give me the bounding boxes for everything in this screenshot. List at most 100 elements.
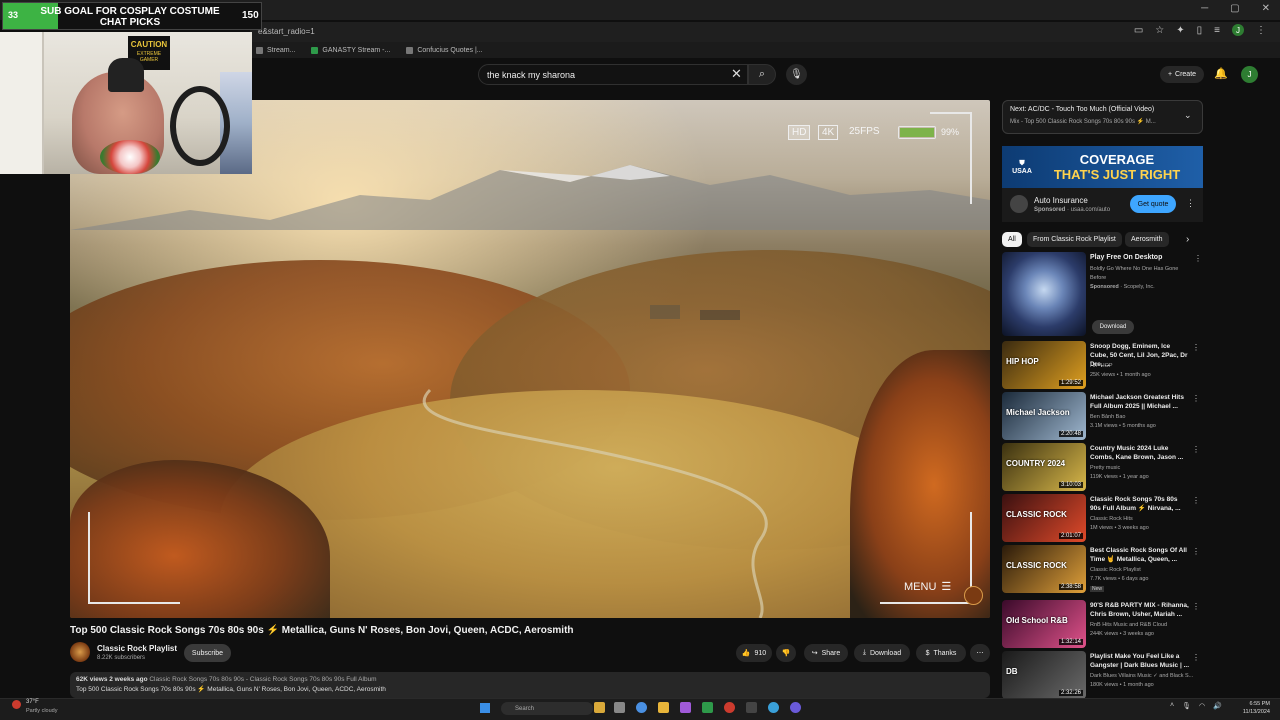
bookmark-item[interactable]: GANASTY Stream -... (311, 46, 390, 54)
bookmark-item[interactable]: Stream... (256, 46, 295, 54)
download-button[interactable]: ⤓ Download (854, 644, 910, 662)
chip-all[interactable]: All (1002, 232, 1022, 247)
taskbar-app-icon[interactable] (680, 702, 691, 713)
discord-icon[interactable] (790, 702, 801, 713)
recommendation-item[interactable]: DB 2:32:26 Playlist Make You Feel Like a G… (1002, 651, 1203, 699)
more-icon[interactable]: ⋮ (1192, 496, 1200, 505)
close-icon[interactable]: ✕ (1262, 3, 1270, 14)
recommendation-title[interactable]: Classic Rock Songs 70s 80s 90s Full Albu… (1090, 495, 1190, 513)
recommendation-channel[interactable]: HIP HOP (1090, 363, 1113, 369)
chrome-icon[interactable] (636, 702, 647, 713)
recommendation-item[interactable]: CLASSIC ROCK 2:01:07 Classic Rock Songs 70… (1002, 494, 1203, 542)
recommendation-title[interactable]: Playlist Make You Feel Like a Gangster |… (1090, 652, 1190, 670)
search-button[interactable]: ⌕ (748, 64, 776, 85)
recommendation-thumbnail[interactable]: CLASSIC ROCK 2:38:58 (1002, 545, 1086, 593)
volume-icon[interactable]: 🔊 (1213, 702, 1222, 710)
notifications-bell-icon[interactable]: 🔔 (1214, 67, 1228, 80)
weather-icon[interactable] (12, 700, 21, 709)
recommendation-thumbnail[interactable]: Michael Jackson 2:20:48 (1002, 392, 1086, 440)
description-box[interactable]: 62K views 2 weeks ago Classic Rock Songs… (70, 672, 990, 698)
recommendation-title[interactable]: Best Classic Rock Songs Of All Time 🤘 Me… (1090, 546, 1190, 564)
more-icon[interactable]: ⋮ (1186, 198, 1195, 209)
weather-temperature[interactable]: 37°F (26, 699, 39, 705)
taskbar-app-icon[interactable] (724, 702, 735, 713)
recommendation-thumbnail[interactable]: CLASSIC ROCK 2:01:07 (1002, 494, 1086, 542)
more-icon[interactable]: ⋮ (1192, 602, 1200, 611)
cast-icon[interactable]: ▭ (1134, 25, 1143, 36)
microphone-icon[interactable]: 🎙 (1182, 702, 1191, 710)
chevron-up-icon[interactable]: ˄ (1170, 702, 1174, 710)
profile-avatar[interactable]: J (1241, 66, 1258, 83)
recommendation-item[interactable]: CLASSIC ROCK 2:38:58 Best Classic Rock Son… (1002, 545, 1203, 593)
subscribe-button[interactable]: Subscribe (184, 644, 231, 662)
menu-icon[interactable]: ≡ (1214, 25, 1220, 36)
recommendation-channel[interactable]: Dark Blues Villains Music ✓ and Black S.… (1090, 673, 1193, 679)
recommendation-title[interactable]: Michael Jackson Greatest Hits Full Album… (1090, 393, 1190, 411)
recommendation-channel[interactable]: Pretty music (1090, 465, 1120, 471)
recommendation-channel[interactable]: Classic Rock Hits (1090, 516, 1133, 522)
recommendation-channel[interactable]: RnB Hits Music and R&B Cloud (1090, 622, 1167, 628)
browser-profile-avatar[interactable]: J (1232, 24, 1244, 36)
taskbar-app-icon[interactable] (614, 702, 625, 713)
channel-watermark[interactable] (964, 586, 983, 605)
sub-goal-target: 150 (242, 10, 259, 21)
sponsored-title[interactable]: Play Free On Desktop (1090, 254, 1162, 261)
minimize-icon[interactable]: ─ (1201, 3, 1208, 14)
edge-icon[interactable] (768, 702, 779, 713)
recommendation-item[interactable]: Michael Jackson 2:20:48 Michael Jackson Gr… (1002, 392, 1203, 440)
recommendation-item[interactable]: HIP HOP 1:29:52 Snoop Dogg, Eminem, Ice Cu… (1002, 341, 1203, 389)
more-icon[interactable]: ⋮ (1192, 653, 1200, 662)
sponsored-download-button[interactable]: Download (1092, 320, 1134, 334)
search-input[interactable]: the knack my sharona (478, 64, 748, 85)
sponsored-thumbnail[interactable] (1002, 252, 1086, 336)
more-icon[interactable]: ⋮ (1192, 394, 1200, 403)
recommendation-channel[interactable]: Classic Rock Playlist (1090, 567, 1141, 573)
more-actions-button[interactable]: ⋯ (970, 644, 990, 662)
wifi-icon[interactable]: ◠ (1199, 702, 1205, 710)
maximize-icon[interactable]: ▢ (1230, 3, 1239, 14)
recommendation-title[interactable]: Country Music 2024 Luke Combs, Kane Brow… (1090, 444, 1190, 462)
recommendation-channel[interactable]: Ben Bảnh Bao (1090, 414, 1125, 420)
taskbar-search[interactable]: Search (501, 702, 593, 715)
clear-search-icon[interactable]: ✕ (731, 66, 742, 82)
sidepanel-icon[interactable]: ▯ (1197, 25, 1203, 36)
chevron-down-icon[interactable]: ⌄ (1184, 110, 1192, 121)
ad-title[interactable]: Auto Insurance (1034, 196, 1088, 205)
more-icon[interactable]: ⋮ (1192, 445, 1200, 454)
extensions-icon[interactable]: ✦ (1176, 25, 1184, 36)
taskbar-clock[interactable]: 6:55 PM 11/13/2024 (1238, 700, 1270, 716)
voice-search-button[interactable]: 🎙 (786, 64, 807, 85)
recommendation-thumbnail[interactable]: HIP HOP 1:29:52 (1002, 341, 1086, 389)
channel-name[interactable]: Classic Rock Playlist (97, 644, 177, 653)
taskbar-app-icon[interactable] (594, 702, 605, 713)
get-quote-button[interactable]: Get quote (1130, 195, 1176, 213)
taskbar-app-icon[interactable] (702, 702, 713, 713)
file-explorer-icon[interactable] (658, 702, 669, 713)
chip-from-channel[interactable]: From Classic Rock Playlist (1027, 232, 1122, 247)
share-button[interactable]: ↪ Share (804, 644, 848, 662)
recommendation-title[interactable]: 90'S R&B PARTY MIX - Rihanna, Chris Brow… (1090, 601, 1190, 619)
recommendation-item[interactable]: Old School R&B 1:32:14 90'S R&B PARTY MIX … (1002, 600, 1203, 648)
url-text[interactable]: e&start_radio=1 (258, 27, 315, 36)
thanks-button[interactable]: $ Thanks (916, 644, 966, 662)
recommendation-thumbnail[interactable]: DB 2:32:26 (1002, 651, 1086, 699)
windows-start-icon[interactable] (480, 703, 490, 713)
recommendation-item[interactable]: COUNTRY 2024 3:10:03 Country Music 2024 Lu… (1002, 443, 1203, 491)
chip-aerosmith[interactable]: Aerosmith (1125, 232, 1169, 247)
recommendation-thumbnail[interactable]: COUNTRY 2024 3:10:03 (1002, 443, 1086, 491)
video-player[interactable] (70, 100, 990, 618)
kebab-menu-icon[interactable]: ⋮ (1256, 25, 1266, 36)
recommendation-thumbnail[interactable]: Old School R&B 1:32:14 (1002, 600, 1086, 648)
star-icon[interactable]: ☆ (1155, 25, 1164, 36)
taskbar-app-icon[interactable] (746, 702, 757, 713)
like-button[interactable]: 👍 910 (736, 644, 772, 662)
dislike-button[interactable]: 👎 (776, 644, 796, 662)
more-icon[interactable]: ⋮ (1192, 343, 1200, 352)
bookmark-item[interactable]: Confucius Quotes |... (406, 46, 483, 54)
create-button[interactable]: + Create (1160, 66, 1204, 83)
more-icon[interactable]: ⋮ (1192, 547, 1200, 556)
channel-avatar[interactable] (70, 642, 90, 662)
address-bar[interactable] (250, 22, 1280, 42)
more-icon[interactable]: ⋮ (1194, 254, 1202, 263)
chevron-right-icon[interactable]: › (1186, 234, 1189, 245)
